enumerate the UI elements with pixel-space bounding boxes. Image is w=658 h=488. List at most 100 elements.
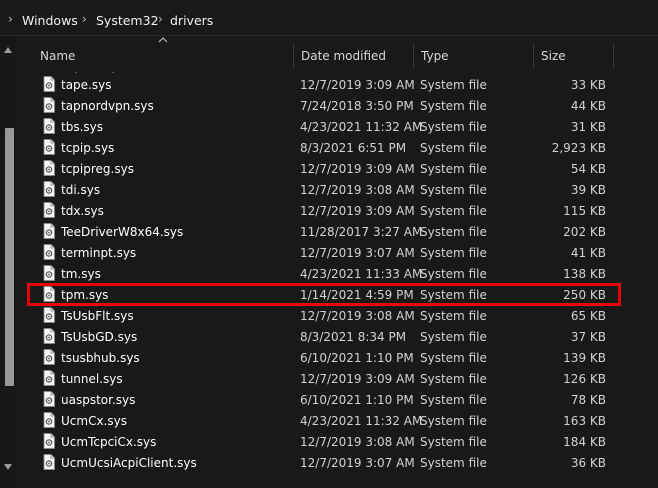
file-row[interactable]: tdx.sys 12/7/2019 3:09 AM System file 11… — [30, 200, 630, 221]
file-row[interactable]: UcmUcsiAcpiClient.sys 12/7/2019 3:07 AM … — [30, 452, 630, 473]
file-row[interactable]: TeeDriverW8x64.sys 11/28/2017 3:27 AM Sy… — [30, 221, 630, 242]
file-type: System file — [420, 288, 487, 302]
system-file-icon — [43, 265, 55, 281]
column-divider[interactable] — [533, 44, 534, 69]
file-type: System file — [420, 393, 487, 407]
address-bar[interactable]: › Windows › System32 › drivers — [0, 0, 658, 36]
status-area — [17, 474, 658, 488]
file-type: System file — [420, 372, 487, 386]
file-row[interactable]: tdi.sys 12/7/2019 3:08 AM System file 39… — [30, 179, 630, 200]
file-date-modified: 12/7/2019 3:09 AM — [300, 78, 415, 92]
file-name: TeeDriverW8x64.sys — [61, 225, 184, 239]
file-date-modified: 4/23/2021 11:32 AM — [300, 414, 423, 428]
column-header-name[interactable]: Name — [40, 49, 75, 63]
breadcrumb-item-system32[interactable]: System32 — [96, 13, 159, 28]
file-size: 36 KB — [570, 456, 606, 470]
column-header-date[interactable]: Date modified — [301, 49, 386, 63]
file-name: tcpipreg.sys — [61, 162, 134, 176]
file-size: 39 KB — [570, 183, 606, 197]
file-row[interactable]: tcpip.sys 8/3/2021 6:51 PM System file 2… — [30, 137, 630, 158]
file-row[interactable]: TsUsbFlt.sys 12/7/2019 3:08 AM System fi… — [30, 305, 630, 326]
file-name: tcpip.sys — [61, 141, 115, 155]
file-name: TsUsbFlt.sys — [61, 309, 134, 323]
file-type: System file — [420, 204, 487, 218]
file-date-modified: 12/7/2019 3:08 AM — [300, 183, 415, 197]
file-type: System file — [420, 225, 487, 239]
file-row[interactable]: tsusbhub.sys 6/10/2021 1:10 PM System fi… — [30, 347, 630, 368]
file-size: 163 KB — [563, 414, 606, 428]
file-size: 139 KB — [563, 351, 606, 365]
clipped-row-fragment: . _ _ _ . _ _ _ — [74, 69, 144, 73]
breadcrumb-item-windows[interactable]: Windows — [22, 13, 78, 28]
file-row[interactable]: tm.sys 4/23/2021 11:33 AM System file 13… — [30, 263, 630, 284]
system-file-icon — [43, 244, 55, 260]
chevron-right-icon[interactable]: › — [82, 12, 87, 26]
system-file-icon — [43, 76, 55, 92]
file-name: tpm.sys — [61, 288, 109, 302]
file-row[interactable]: tapnordvpn.sys 7/24/2018 3:50 PM System … — [30, 95, 630, 116]
file-date-modified: 1/14/2021 4:59 PM — [300, 288, 414, 302]
file-name: tbs.sys — [61, 120, 103, 134]
file-type: System file — [420, 309, 487, 323]
file-name: UcmTcpciCx.sys — [61, 435, 157, 449]
column-header-size[interactable]: Size — [541, 49, 566, 63]
file-row[interactable]: uaspstor.sys 6/10/2021 1:10 PM System fi… — [30, 389, 630, 410]
file-name: tapnordvpn.sys — [61, 99, 154, 113]
column-divider[interactable] — [293, 44, 294, 69]
scroll-up-arrow-icon[interactable] — [3, 46, 13, 54]
file-name: tsusbhub.sys — [61, 351, 140, 365]
system-file-icon — [43, 223, 55, 239]
breadcrumb-item-drivers[interactable]: drivers — [170, 13, 213, 28]
file-row[interactable]: UcmTcpciCx.sys 12/7/2019 3:08 AM System … — [30, 431, 630, 452]
file-size: 184 KB — [563, 435, 606, 449]
file-date-modified: 4/23/2021 11:32 AM — [300, 120, 423, 134]
file-type: System file — [420, 141, 487, 155]
file-name: tdi.sys — [61, 183, 101, 197]
file-date-modified: 12/7/2019 3:09 AM — [300, 162, 415, 176]
system-file-icon — [43, 370, 55, 386]
column-divider[interactable] — [413, 44, 414, 69]
chevron-up-icon — [158, 37, 168, 43]
file-name: UcmCx.sys — [61, 414, 127, 428]
file-row[interactable]: tape.sys 12/7/2019 3:09 AM System file 3… — [30, 74, 630, 95]
system-file-icon — [43, 454, 55, 470]
file-type: System file — [420, 99, 487, 113]
file-type: System file — [420, 435, 487, 449]
file-row[interactable]: terminpt.sys 12/7/2019 3:07 AM System fi… — [30, 242, 630, 263]
vertical-scrollbar[interactable] — [0, 36, 17, 488]
file-row[interactable]: tcpipreg.sys 12/7/2019 3:09 AM System fi… — [30, 158, 630, 179]
file-type: System file — [420, 120, 487, 134]
system-file-icon — [43, 433, 55, 449]
file-row-selected[interactable]: tpm.sys 1/14/2021 4:59 PM System file 25… — [30, 284, 630, 305]
file-size: 126 KB — [563, 372, 606, 386]
column-header: Name Date modified Type Size — [0, 36, 658, 69]
file-date-modified: 12/7/2019 3:09 AM — [300, 204, 415, 218]
file-row[interactable]: UcmCx.sys 4/23/2021 11:32 AM System file… — [30, 410, 630, 431]
file-name: tape.sys — [61, 78, 112, 92]
chevron-right-icon[interactable]: › — [158, 12, 163, 26]
file-date-modified: 8/3/2021 6:51 PM — [300, 141, 407, 155]
system-file-icon — [43, 286, 55, 302]
scrollbar-thumb[interactable] — [5, 128, 14, 386]
file-row[interactable]: TsUsbGD.sys 8/3/2021 8:34 PM System file… — [30, 326, 630, 347]
file-type: System file — [420, 414, 487, 428]
file-size: 65 KB — [570, 309, 606, 323]
file-size: 54 KB — [570, 162, 606, 176]
chevron-right-icon[interactable]: › — [8, 12, 13, 26]
file-type: System file — [420, 456, 487, 470]
file-name: TsUsbGD.sys — [61, 330, 138, 344]
file-row[interactable]: tbs.sys 4/23/2021 11:32 AM System file 3… — [30, 116, 630, 137]
system-file-icon — [43, 97, 55, 113]
column-header-type[interactable]: Type — [421, 49, 449, 63]
file-row[interactable]: tunnel.sys 12/7/2019 3:09 AM System file… — [30, 368, 630, 389]
file-size: 78 KB — [570, 393, 606, 407]
file-size: 41 KB — [570, 246, 606, 260]
column-divider[interactable] — [613, 44, 614, 69]
file-name: UcmUcsiAcpiClient.sys — [61, 456, 197, 470]
file-size: 37 KB — [570, 330, 606, 344]
scroll-down-arrow-icon[interactable] — [3, 463, 13, 471]
file-type: System file — [420, 267, 487, 281]
clipped-row: . _ _ _ . _ _ _ — [30, 69, 630, 73]
system-file-icon — [43, 391, 55, 407]
file-type: System file — [420, 246, 487, 260]
